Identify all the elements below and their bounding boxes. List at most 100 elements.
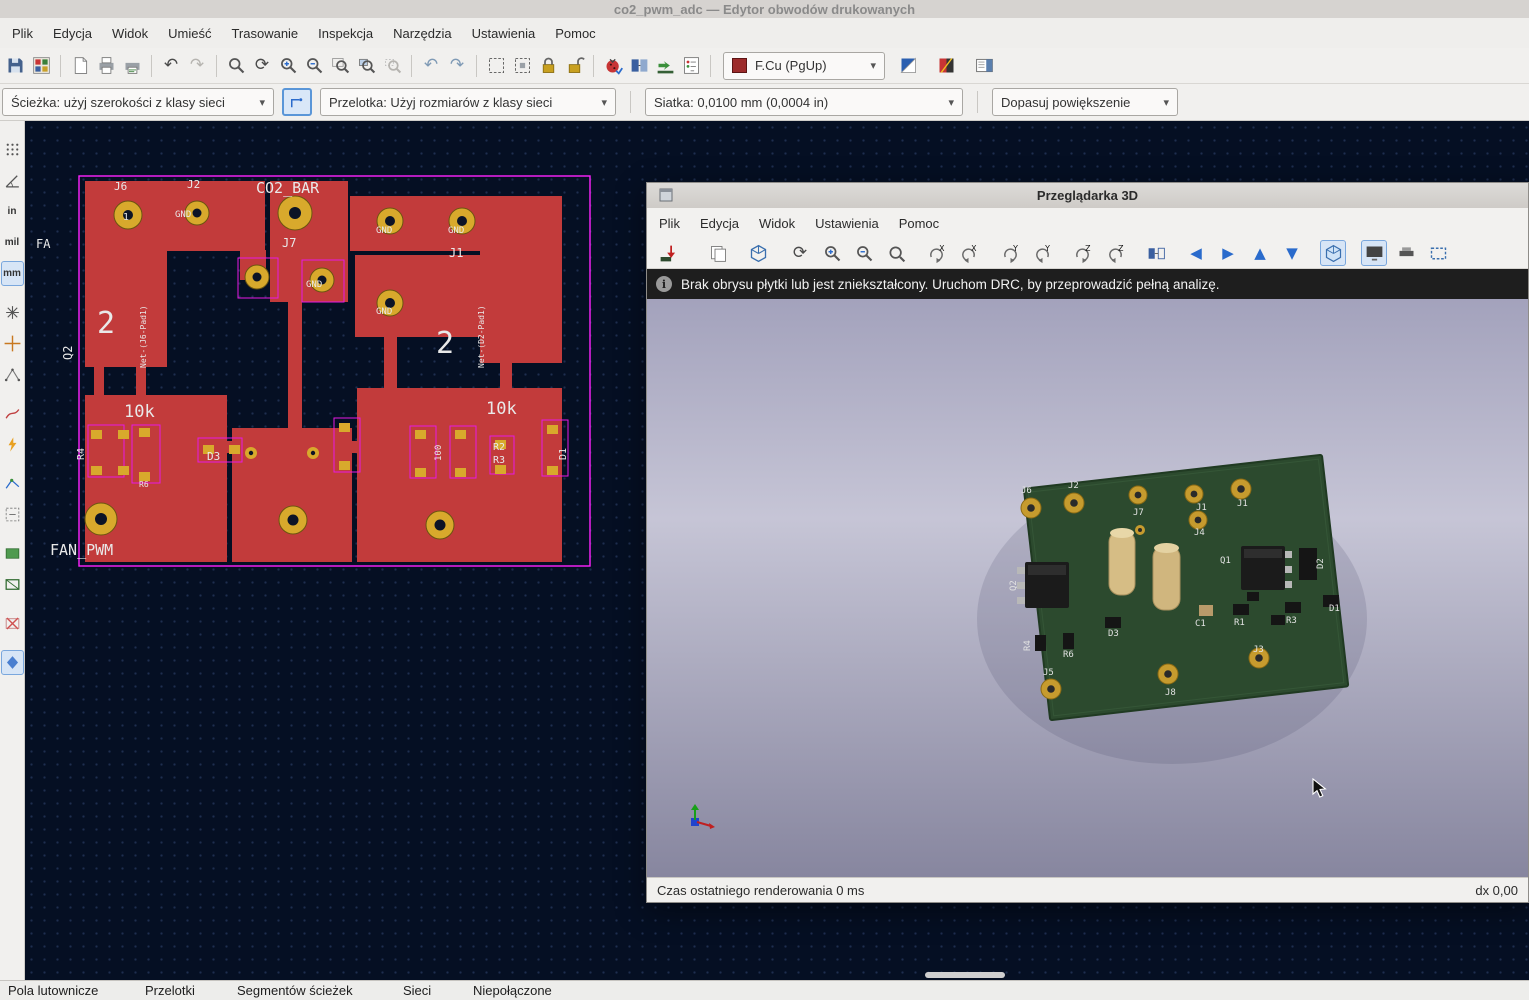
layer-select[interactable]: F.Cu (PgUp) ▾ [723, 52, 885, 80]
menu-edycja[interactable]: Edycja [43, 21, 102, 46]
menu-plik[interactable]: Plik [2, 21, 43, 46]
track-posture-button[interactable] [282, 88, 312, 116]
flip-board-icon[interactable] [1143, 240, 1169, 266]
polar-coords-icon[interactable] [1, 168, 24, 193]
pcb-label: R4 [76, 448, 87, 460]
units-inches-icon[interactable]: in [1, 199, 24, 224]
selection-filter-icon[interactable] [1, 502, 24, 527]
grid-select[interactable]: Siatka: 0,0100 mm (0,0004 in) ▾ [645, 88, 963, 116]
save-icon[interactable] [2, 53, 28, 79]
copy-image-icon[interactable] [705, 240, 731, 266]
pan-up-icon[interactable]: ▲ [1247, 240, 1273, 266]
layers-panel-icon[interactable] [971, 53, 997, 79]
viewer3d-title: Przeglądarka 3D [1037, 188, 1138, 203]
full-crosshair-icon[interactable] [1, 331, 24, 356]
pcb-label: Net-(D2-Pad1) [477, 305, 486, 368]
viewer3d-titlebar[interactable]: Przeglądarka 3D [647, 183, 1528, 208]
zoom-out-icon[interactable] [851, 240, 877, 266]
ortho-view-icon[interactable] [1320, 240, 1346, 266]
update-footprints-icon[interactable] [626, 53, 652, 79]
redo-icon[interactable]: ↷ [184, 53, 210, 79]
menu3d-plik[interactable]: Plik [649, 211, 690, 236]
units-mm-icon[interactable]: mm [1, 261, 24, 286]
zoom-fit-icon[interactable] [327, 53, 353, 79]
zoom-fit-icon[interactable] [883, 240, 909, 266]
pcb-label: 100 [434, 445, 444, 461]
zone-hide-icon[interactable] [1, 611, 24, 636]
window-titlebar[interactable]: co2_pwm_adc — Edytor obwodów drukowanych [0, 0, 1529, 18]
rotate-z-neg-icon[interactable]: Z [1069, 240, 1095, 266]
zoom-selection-icon[interactable] [379, 53, 405, 79]
find-icon[interactable] [223, 53, 249, 79]
units-mils-icon[interactable]: mil [1, 230, 24, 255]
menu-inspekcja[interactable]: Inspekcja [308, 21, 383, 46]
rotate-x-pos-icon[interactable]: X [955, 240, 981, 266]
refresh-view-icon[interactable]: ⟳ [249, 53, 275, 79]
menu3d-edycja[interactable]: Edycja [690, 211, 749, 236]
area-select-icon[interactable] [483, 53, 509, 79]
zone-outline-icon[interactable] [1, 572, 24, 597]
zoom-objects-icon[interactable] [353, 53, 379, 79]
drc-report-icon[interactable] [678, 53, 704, 79]
pcb-label: J1 [449, 246, 463, 260]
viewer3d-canvas[interactable]: J6 J2 J7 J1 J4 J1 Q2 Q1 D2 D1 R1 R3 C1 R… [647, 299, 1528, 877]
reload-board-icon[interactable] [655, 240, 681, 266]
menu3d-ustawienia[interactable]: Ustawienia [805, 211, 889, 236]
run-drc-icon[interactable] [600, 53, 626, 79]
svg-text:X: X [939, 243, 945, 252]
raytrace-render-icon[interactable] [1393, 240, 1419, 266]
local-ratsnest-icon[interactable] [1, 471, 24, 496]
unlock-icon[interactable] [561, 53, 587, 79]
ratsnest-visibility-icon[interactable] [1, 362, 24, 387]
board-setup-icon[interactable] [28, 53, 54, 79]
view-back-icon[interactable]: ↶ [418, 53, 444, 79]
print-icon[interactable] [93, 53, 119, 79]
menu-trasowanie[interactable]: Trasowanie [221, 21, 308, 46]
grid-visibility-icon[interactable] [1, 137, 24, 162]
board3d-drawing: J6 J2 J7 J1 J4 J1 Q2 Q1 D2 D1 R1 R3 C1 R… [647, 299, 1528, 877]
paste-select-icon[interactable] [509, 53, 535, 79]
menu-narzedzia[interactable]: Narzędzia [383, 21, 462, 46]
via-size-select[interactable]: Przelotka: Użyj rozmiarów z klasy sieci … [320, 88, 616, 116]
horizontal-scrollbar[interactable] [925, 972, 1005, 978]
rotate-y-pos-icon[interactable]: Y [1029, 240, 1055, 266]
net-highlight-icon[interactable] [1, 432, 24, 457]
curved-ratsnest-icon[interactable] [1, 401, 24, 426]
page-setup-icon[interactable] [67, 53, 93, 79]
menu-pomoc[interactable]: Pomoc [545, 21, 605, 46]
menu-umiesc[interactable]: Umieść [158, 21, 221, 46]
plot-icon[interactable] [119, 53, 145, 79]
lock-icon[interactable] [535, 53, 561, 79]
opengl-render-icon[interactable] [1361, 240, 1387, 266]
chevron-down-icon: ▾ [948, 96, 954, 109]
menu3d-widok[interactable]: Widok [749, 211, 805, 236]
bounding-box-icon[interactable] [1425, 240, 1451, 266]
zoom-out-icon[interactable] [301, 53, 327, 79]
board3d-label: D1 [1329, 604, 1340, 614]
pan-down-icon[interactable]: ▼ [1279, 240, 1305, 266]
pan-right-icon[interactable]: ▶ [1215, 240, 1241, 266]
rotate-z-pos-icon[interactable]: Z [1102, 240, 1128, 266]
view-forward-icon[interactable]: ↷ [444, 53, 470, 79]
pcb-label: GND [175, 210, 191, 220]
rotate-x-neg-icon[interactable]: X [923, 240, 949, 266]
menu3d-pomoc[interactable]: Pomoc [889, 211, 949, 236]
contrast-mode-icon[interactable] [933, 53, 959, 79]
undo-icon[interactable]: ↶ [158, 53, 184, 79]
redraw-icon[interactable]: ⟳ [787, 240, 813, 266]
pan-left-icon[interactable]: ◀ [1183, 240, 1209, 266]
zoom-in-icon[interactable] [275, 53, 301, 79]
menu-ustawienia[interactable]: Ustawienia [462, 21, 546, 46]
render-view-icon[interactable] [745, 240, 771, 266]
track-width-select[interactable]: Ścieżka: użyj szerokości z klasy sieci ▾ [2, 88, 274, 116]
layer-pair-icon[interactable] [895, 53, 921, 79]
zone-fill-icon[interactable] [1, 541, 24, 566]
zoom-in-icon[interactable] [819, 240, 845, 266]
menu-widok[interactable]: Widok [102, 21, 158, 46]
cursor-shape-icon[interactable] [1, 300, 24, 325]
inactive-layer-mode-icon[interactable] [1, 650, 24, 675]
rotate-y-neg-icon[interactable]: Y [997, 240, 1023, 266]
zoom-select[interactable]: Dopasuj powiększenie ▾ [992, 88, 1178, 116]
update-pcb-icon[interactable] [652, 53, 678, 79]
grid-value: Siatka: 0,0100 mm (0,0004 in) [654, 95, 940, 110]
